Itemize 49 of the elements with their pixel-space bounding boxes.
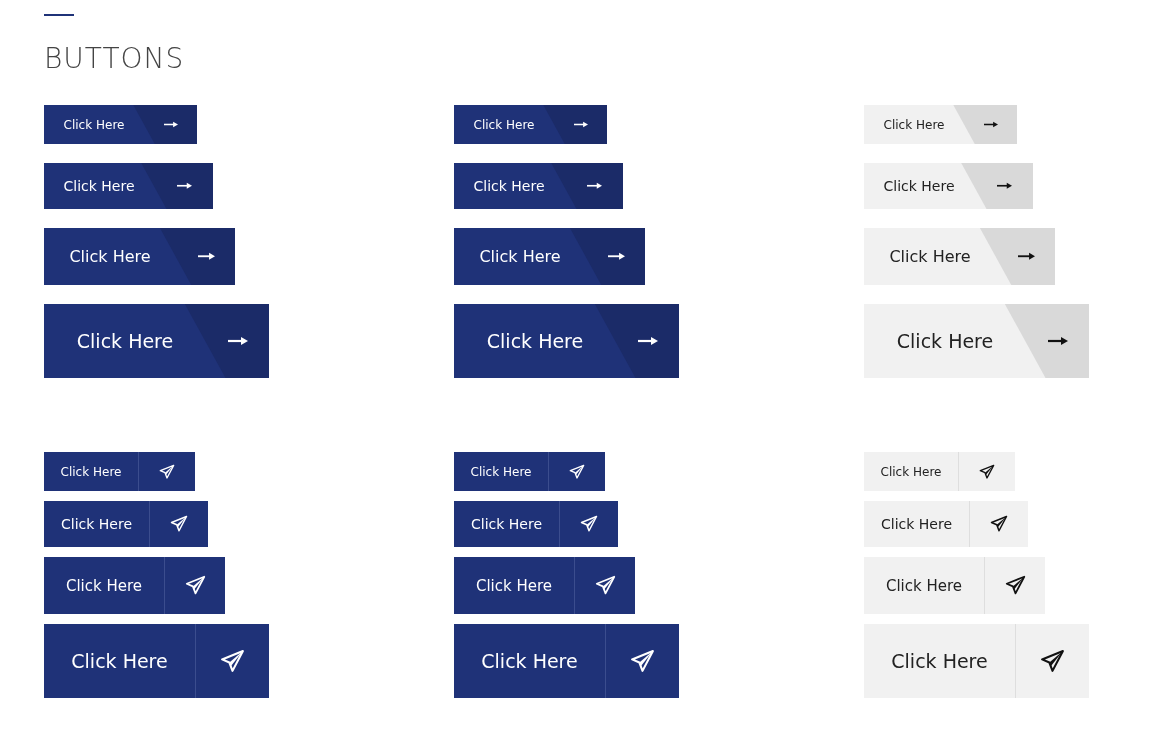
arrow-right-icon	[607, 252, 625, 261]
click-here-button[interactable]: Click Here	[44, 228, 235, 285]
click-here-button[interactable]: Click Here	[864, 624, 1089, 698]
paper-plane-icon	[569, 463, 585, 480]
click-here-button[interactable]: Click Here	[44, 557, 225, 614]
click-here-button[interactable]: Click Here	[44, 163, 213, 209]
click-here-button[interactable]: Click Here	[864, 304, 1089, 378]
paper-plane-icon	[1040, 648, 1065, 674]
click-here-button[interactable]: Click Here	[454, 163, 623, 209]
paper-plane-icon	[594, 575, 616, 596]
paper-plane-icon	[990, 515, 1008, 533]
arrow-right-icon	[164, 121, 178, 128]
arrow-right-icon	[574, 121, 588, 128]
click-here-button[interactable]: Click Here	[454, 624, 679, 698]
section-title: BUTTONS	[44, 42, 186, 76]
arrow-right-icon	[176, 182, 192, 190]
click-here-button[interactable]: Click Here	[454, 304, 679, 378]
paper-plane-icon	[580, 515, 598, 533]
paper-plane-icon	[170, 515, 188, 533]
click-here-button[interactable]: Click Here	[44, 304, 269, 378]
click-here-button[interactable]: Click Here	[864, 557, 1045, 614]
arrow-right-icon	[197, 252, 215, 261]
click-here-button[interactable]: Click Here	[44, 501, 208, 547]
arrow-right-icon	[996, 182, 1012, 190]
click-here-button[interactable]: Click Here	[44, 105, 197, 144]
arrow-right-icon	[586, 182, 602, 190]
click-here-button[interactable]: Click Here	[454, 228, 645, 285]
arrow-right-icon	[638, 336, 658, 346]
arrow-right-icon	[984, 121, 998, 128]
paper-plane-icon	[220, 648, 245, 674]
click-here-button[interactable]: Click Here	[454, 105, 607, 144]
click-here-button[interactable]: Click Here	[44, 624, 269, 698]
click-here-button[interactable]: Click Here	[864, 105, 1017, 144]
arrow-right-icon	[1048, 336, 1068, 346]
click-here-button[interactable]: Click Here	[454, 501, 618, 547]
paper-plane-icon	[1004, 575, 1026, 596]
click-here-button[interactable]: Click Here	[864, 163, 1033, 209]
arrow-right-icon	[228, 336, 248, 346]
paper-plane-icon	[979, 463, 995, 480]
click-here-button[interactable]: Click Here	[454, 557, 635, 614]
paper-plane-icon	[159, 463, 175, 480]
arrow-right-icon	[1017, 252, 1035, 261]
click-here-button[interactable]: Click Here	[864, 228, 1055, 285]
click-here-button[interactable]: Click Here	[864, 501, 1028, 547]
click-here-button[interactable]: Click Here	[454, 452, 605, 491]
click-here-button[interactable]: Click Here	[44, 452, 195, 491]
paper-plane-icon	[184, 575, 206, 596]
paper-plane-icon	[630, 648, 655, 674]
click-here-button[interactable]: Click Here	[864, 452, 1015, 491]
